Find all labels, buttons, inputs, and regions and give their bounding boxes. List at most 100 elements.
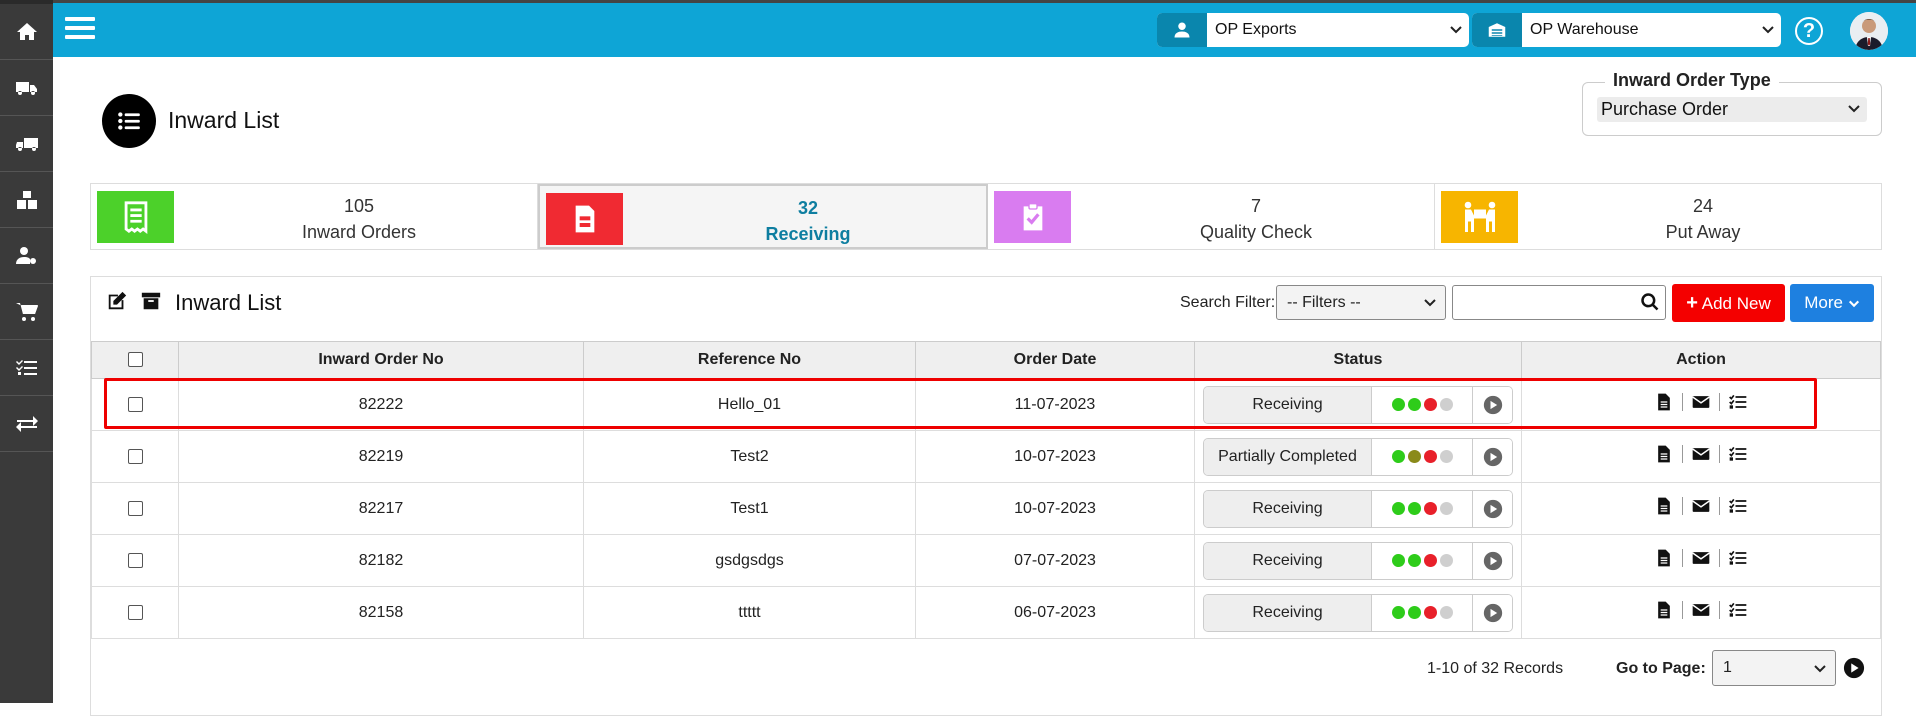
sidebar-item-orders[interactable] [0,284,53,340]
envelope-icon[interactable] [1691,496,1711,516]
stat-label: Inward Orders [301,222,417,242]
envelope-icon[interactable] [1691,392,1711,412]
row-checkbox[interactable] [127,448,143,464]
col-order-date[interactable]: Order Date [915,341,1195,379]
order-no-cell[interactable]: 82222 [178,378,584,431]
edit-icon[interactable] [106,290,128,312]
table-row[interactable]: 82217 Test1 10-07-2023 Receiving [91,482,1881,535]
stat-put-away[interactable]: 24 Put Away [1435,184,1881,249]
row-checkbox[interactable] [127,396,143,412]
more-button[interactable]: More [1790,284,1874,322]
status-dot [1439,450,1453,463]
search-input[interactable] [1452,285,1666,320]
stat-count: 32 [797,198,819,218]
row-checkbox[interactable] [127,552,143,568]
search-icon[interactable] [1640,292,1660,312]
filter-select[interactable]: -- Filters -- [1276,285,1446,320]
sidebar-item-inventory[interactable] [0,172,53,228]
envelope-icon[interactable] [1691,444,1711,464]
stats-bar: 105 Inward Orders 32 Receiving 7 Quality… [90,183,1882,250]
company-select[interactable]: OP Exports [1157,13,1469,47]
play-circle-icon[interactable] [1472,386,1512,423]
file-icon[interactable] [1654,444,1674,464]
sidebar-item-transport[interactable] [0,116,53,172]
warehouse-select[interactable]: OP Warehouse [1472,13,1781,47]
order-no-cell[interactable]: 82219 [178,430,584,483]
col-status[interactable]: Status [1194,341,1522,379]
sidebar-item-users[interactable] [0,228,53,284]
receipt-icon [97,191,174,243]
order-no-cell[interactable]: 82182 [178,534,584,587]
play-circle-icon[interactable] [1472,490,1512,527]
table-row[interactable]: 82222 Hello_01 11-07-2023 Receiving [91,378,1881,431]
envelope-icon[interactable] [1691,600,1711,620]
play-circle-icon[interactable] [1472,594,1512,631]
stat-count: 105 [343,196,375,216]
status-dot [1407,606,1421,619]
status-text: Partially Completed [1204,438,1372,475]
sidebar-item-delivery[interactable] [0,60,53,116]
table-row[interactable]: 82158 ttttt 06-07-2023 Receiving [91,586,1881,639]
status-badge: Receiving [1203,593,1513,632]
help-icon[interactable]: ? [1795,17,1823,45]
col-inward-order-no[interactable]: Inward Order No [178,341,584,379]
task-list-icon[interactable] [1728,444,1748,464]
page-select[interactable]: 1 [1712,650,1836,686]
task-list-icon[interactable] [1728,392,1748,412]
status-dot [1407,450,1421,463]
task-list-icon[interactable] [1728,548,1748,568]
envelope-icon[interactable] [1691,548,1711,568]
row-checkbox[interactable] [127,604,143,620]
add-new-button[interactable]: + Add New [1672,284,1785,322]
stat-label: Receiving [765,224,851,244]
sidebar-item-tasks[interactable] [0,340,53,396]
sidebar-item-transfer[interactable] [0,396,53,452]
action-cell [1521,378,1881,431]
stat-count: 7 [1250,196,1261,216]
action-cell [1521,534,1881,587]
status-dot [1439,554,1453,567]
inward-table: Inward Order No Reference No Order Date … [91,341,1881,639]
status-progress-dots [1372,502,1472,515]
file-icon[interactable] [1654,600,1674,620]
status-dot [1407,398,1421,411]
reference-cell: gsdgsdgs [583,534,916,587]
select-all-checkbox[interactable] [127,352,143,368]
status-progress-dots [1372,398,1472,411]
document-icon [546,193,623,245]
file-icon[interactable] [1654,392,1674,412]
status-dot [1423,554,1437,567]
delivery-truck-icon [15,81,37,95]
user-icon [1157,13,1207,47]
hamburger-menu-icon[interactable] [65,17,95,41]
avatar[interactable] [1850,12,1888,50]
sidebar-item-home[interactable] [0,4,53,60]
archive-icon[interactable] [140,290,162,312]
plus-icon: + [1686,292,1698,314]
order-no-cell[interactable]: 82158 [178,586,584,639]
status-cell: Receiving [1194,586,1522,639]
play-circle-icon[interactable] [1472,542,1512,579]
add-new-label: Add New [1701,294,1771,313]
status-badge: Receiving [1203,385,1513,424]
stat-quality-check[interactable]: 7 Quality Check [988,184,1435,249]
go-play-icon[interactable] [1843,657,1865,679]
row-checkbox[interactable] [127,500,143,516]
file-icon[interactable] [1654,496,1674,516]
status-badge: Partially Completed [1203,437,1513,476]
stat-receiving[interactable]: 32 Receiving [538,184,988,249]
task-list-icon[interactable] [1728,496,1748,516]
status-dot [1423,502,1437,515]
file-icon[interactable] [1654,548,1674,568]
order-type-select[interactable]: Purchase Order [1597,97,1867,122]
play-circle-icon[interactable] [1472,438,1512,475]
status-dot [1391,554,1405,567]
company-select-value: OP Exports [1215,21,1297,38]
order-no-cell[interactable]: 82217 [178,482,584,535]
stat-inward-orders[interactable]: 105 Inward Orders [91,184,538,249]
table-row[interactable]: 82219 Test2 10-07-2023 Partially Complet… [91,430,1881,483]
order-date-cell: 10-07-2023 [915,430,1195,483]
table-row[interactable]: 82182 gsdgsdgs 07-07-2023 Receiving [91,534,1881,587]
task-list-icon[interactable] [1728,600,1748,620]
col-reference-no[interactable]: Reference No [583,341,916,379]
